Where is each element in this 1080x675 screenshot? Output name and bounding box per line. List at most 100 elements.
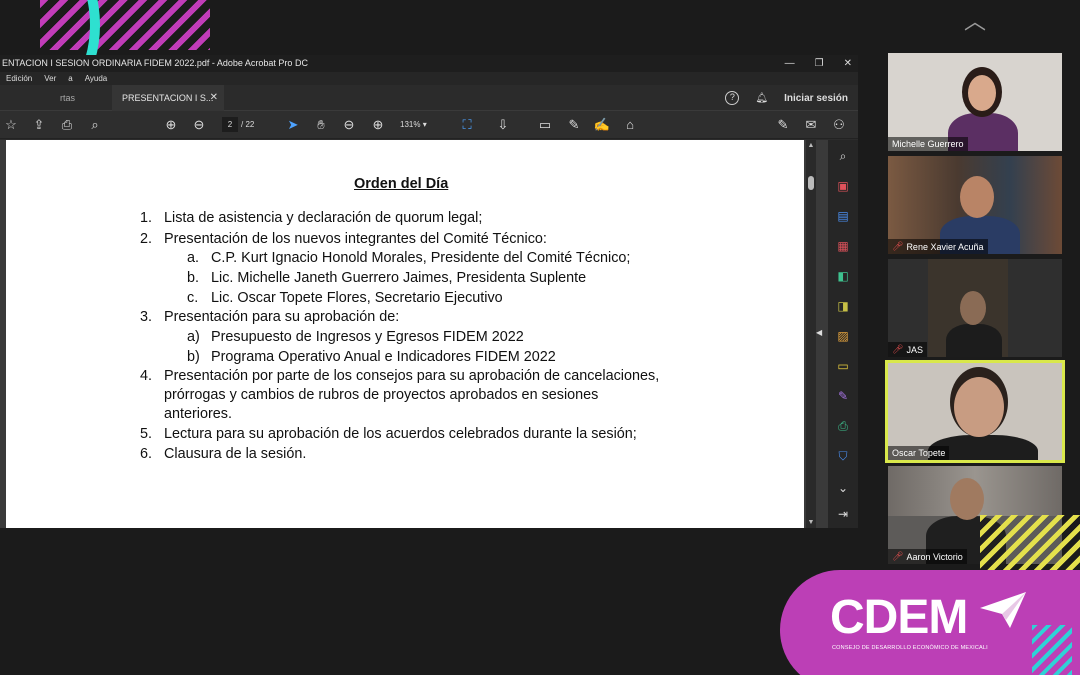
fill-sign-icon[interactable]: ✎ xyxy=(834,388,852,404)
participant-name-label: 🎤︎ JAS xyxy=(888,342,927,357)
item-number: 1. xyxy=(140,210,153,226)
agenda-item-continued: prórrogas y cambios de rubros de proyect… xyxy=(164,387,599,403)
participant-tile[interactable]: Michelle Guerrero xyxy=(888,53,1062,151)
mic-off-icon: 🎤︎ xyxy=(892,344,904,354)
paper-plane-icon xyxy=(980,592,1026,628)
cdem-logo: CDEM xyxy=(830,591,968,644)
tab-tools[interactable]: rtas xyxy=(40,85,110,111)
menu-view[interactable]: Ver xyxy=(44,72,56,85)
agenda-item-continued: anteriores. xyxy=(164,406,232,422)
zoom-in-icon[interactable]: ⊕ xyxy=(369,117,387,133)
agenda-item: Presentación para su aprobación de: xyxy=(164,309,400,325)
menu-edit[interactable]: Edición xyxy=(6,72,32,85)
window-titlebar: ENTACION I SESION ORDINARIA FIDEM 2022.p… xyxy=(0,55,858,72)
mic-off-icon: 🎤︎ xyxy=(892,241,904,251)
edit-pdf-icon[interactable]: ▤ xyxy=(834,208,852,224)
pdf-page: Orden del Día 1. Lista de asistencia y d… xyxy=(6,140,804,528)
window-title: ENTACION I SESION ORDINARIA FIDEM 2022.p… xyxy=(2,58,308,68)
agenda-sub-item: C.P. Kurt Ignacio Honold Morales, Presid… xyxy=(211,250,631,266)
item-number: 3. xyxy=(140,309,153,325)
participant-name-label: 🎤︎ Aaron Victorio xyxy=(888,549,967,564)
help-icon[interactable]: ? xyxy=(725,91,740,105)
agenda-item: Lista de asistencia y declaración de quo… xyxy=(164,210,483,226)
zoom-icon[interactable]: ⌕ xyxy=(86,117,104,133)
comment-icon[interactable]: ▭ xyxy=(536,117,554,133)
organize-icon[interactable]: ▦ xyxy=(834,238,852,254)
sign-icon[interactable]: ✍ xyxy=(593,117,611,133)
signin-button[interactable]: Iniciar sesión xyxy=(784,93,848,104)
share-icon[interactable]: ✎ xyxy=(774,117,792,133)
fit-icon[interactable]: ⛶ xyxy=(458,117,476,133)
agenda-sub-item: Programa Operativo Anual e Indicadores F… xyxy=(211,349,556,365)
sub-item-letter: a) xyxy=(187,329,200,345)
page-number-input[interactable]: 2 xyxy=(222,117,238,132)
protect-icon[interactable]: ⛉ xyxy=(834,448,852,464)
request-sign-icon[interactable]: ▨ xyxy=(834,328,852,344)
sub-item-letter: b. xyxy=(187,270,200,286)
pen-icon[interactable]: ✎ xyxy=(565,117,583,133)
print-icon[interactable]: ⎙ xyxy=(58,117,76,133)
search-icon[interactable]: ⌕ xyxy=(834,148,852,164)
participant-tile[interactable]: 🎤︎ JAS xyxy=(888,259,1062,357)
participant-name-label: 🎤︎ Rene Xavier Acuña xyxy=(888,239,988,254)
sub-item-letter: c. xyxy=(187,290,199,306)
document-area: Orden del Día 1. Lista de asistencia y d… xyxy=(0,140,828,528)
item-number: 4. xyxy=(140,368,153,384)
tab-document-label: PRESENTACION I S... xyxy=(122,93,214,103)
scroll-mode-icon[interactable]: ⇩ xyxy=(494,117,512,133)
prev-page-icon[interactable]: ⊕ xyxy=(162,117,180,133)
menu-window[interactable]: a xyxy=(68,72,72,85)
tab-close-icon[interactable]: ✕ xyxy=(210,85,218,111)
participant-name-label: Oscar Topete xyxy=(888,446,950,460)
item-number: 2. xyxy=(140,231,153,247)
combine-icon[interactable]: ◧ xyxy=(834,268,852,284)
next-page-icon[interactable]: ⊖ xyxy=(190,117,208,133)
page-total: / 22 xyxy=(241,120,255,129)
close-icon[interactable]: ✕ xyxy=(844,55,852,72)
cursor-icon[interactable]: ➤ xyxy=(284,117,302,133)
collapse-panel-icon[interactable]: ◀ xyxy=(816,328,822,337)
comment-tool-icon[interactable]: ▭ xyxy=(834,358,852,374)
menu-bar: Edición Ver a Ayuda xyxy=(0,72,858,85)
sub-item-letter: b) xyxy=(187,349,200,365)
participant-name-label: Michelle Guerrero xyxy=(888,137,968,151)
scroll-down-icon[interactable]: ▼ xyxy=(806,519,816,526)
menu-help[interactable]: Ayuda xyxy=(85,72,108,85)
decorative-stripes-bottom-right xyxy=(980,515,1080,570)
bell-icon[interactable]: 🔔︎ xyxy=(755,93,768,104)
toolbar: ☆ ⇪ ⎙ ⌕ ⊕ ⊖ 2 / 22 ➤ ✋︎ ⊖ ⊕ 131% ▾ ⛶ ⇩ ▭… xyxy=(0,111,858,139)
minimize-icon[interactable]: — xyxy=(785,55,795,72)
star-icon[interactable]: ☆ xyxy=(2,117,20,133)
agenda-item: Presentación por parte de los consejos p… xyxy=(164,368,660,384)
zoom-select[interactable]: 131% ▾ xyxy=(400,117,445,132)
zoom-out-icon[interactable]: ⊖ xyxy=(340,117,358,133)
agenda-sub-item: Lic. Michelle Janeth Guerrero Jaimes, Pr… xyxy=(211,270,587,286)
collapse-rail-icon[interactable]: ⇥ xyxy=(834,506,852,522)
scroll-thumb[interactable] xyxy=(808,176,814,190)
agenda-sub-item: Presupuesto de Ingresos y Egresos FIDEM … xyxy=(211,329,524,345)
tag-icon[interactable]: ⌂ xyxy=(621,117,639,133)
acrobat-window: ENTACION I SESION ORDINARIA FIDEM 2022.p… xyxy=(0,55,858,528)
tab-document[interactable]: PRESENTACION I S... ✕ xyxy=(112,85,224,111)
mail-icon[interactable]: ✉ xyxy=(802,117,820,133)
sub-item-letter: a. xyxy=(187,250,200,266)
chevron-up-icon[interactable]: ︿ xyxy=(958,11,992,33)
tab-bar: rtas PRESENTACION I S... ✕ ? 🔔︎ Iniciar … xyxy=(0,85,858,111)
scroll-up-icon[interactable]: ▲ xyxy=(806,142,816,149)
participant-tile-active-speaker[interactable]: Oscar Topete xyxy=(885,360,1065,463)
add-user-icon[interactable]: ⚇ xyxy=(830,117,848,133)
participant-tile[interactable]: 🎤︎ Rene Xavier Acuña xyxy=(888,156,1062,254)
meeting-screen: ︿ ENTACION I SESION ORDINARIA FIDEM 2022… xyxy=(0,0,1080,675)
hand-icon[interactable]: ✋︎ xyxy=(312,117,330,133)
restore-icon[interactable]: ❐ xyxy=(815,55,824,72)
cdem-subtitle: CONSEJO DE DESARROLLO ECONÓMICO DE MEXIC… xyxy=(832,645,988,651)
print-production-icon[interactable]: ⎙ xyxy=(834,418,852,434)
export-pdf-icon[interactable]: ▣ xyxy=(834,178,852,194)
upload-icon[interactable]: ⇪ xyxy=(30,117,48,133)
more-tools-icon[interactable]: ⌄ xyxy=(834,480,852,496)
vertical-scrollbar[interactable]: ▲ ▼ xyxy=(806,140,816,528)
compress-icon[interactable]: ◨ xyxy=(834,298,852,314)
page-title: Orden del Día xyxy=(354,176,449,192)
tools-rail: ⌕ ▣ ▤ ▦ ◧ ◨ ▨ ▭ ✎ ⎙ ⛉ ⌄ ⇥ xyxy=(828,140,858,528)
agenda-item: Lectura para su aprobación de los acuerd… xyxy=(164,426,637,442)
